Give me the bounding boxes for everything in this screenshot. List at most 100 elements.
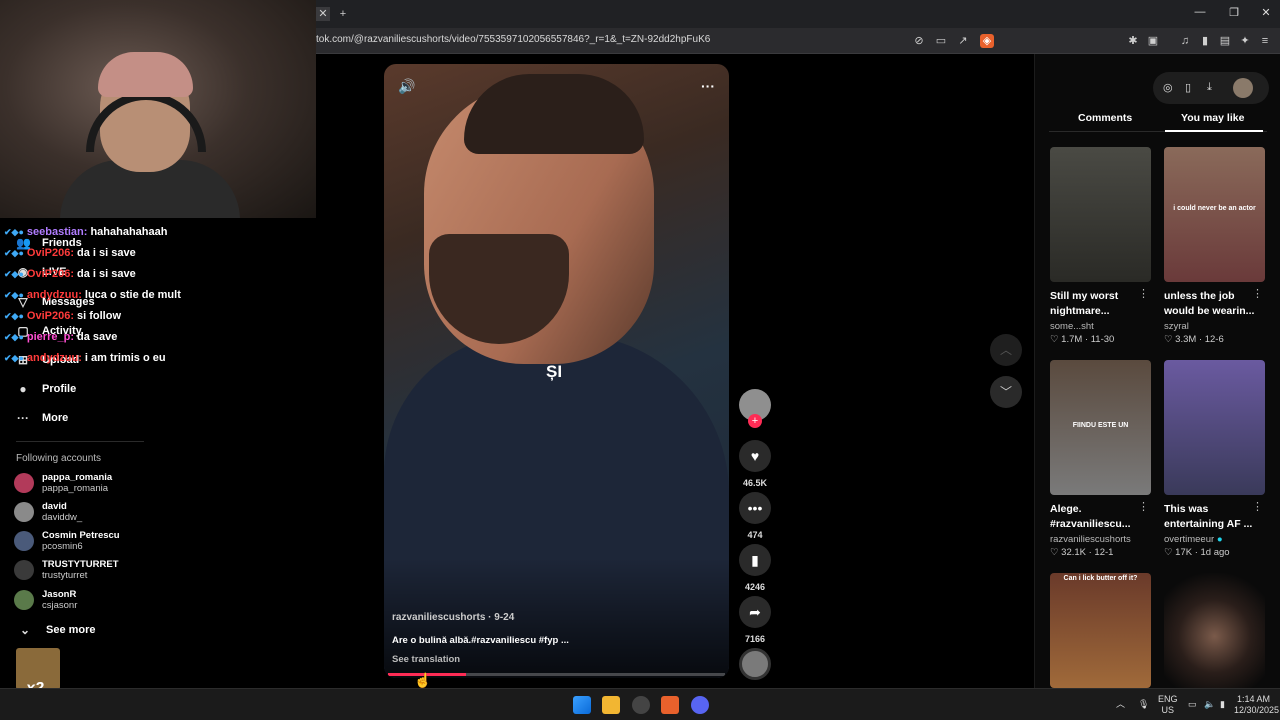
see-more-button[interactable]: ⌄ See more: [18, 623, 96, 637]
card-meta: ♡ 1.7M · 11-30: [1050, 334, 1115, 345]
phone-icon[interactable]: ▯: [1185, 81, 1191, 94]
chat-user: andydzuu:: [26, 352, 82, 364]
video-progress-bar[interactable]: [388, 673, 725, 676]
compass-icon[interactable]: ◎: [1163, 81, 1173, 94]
chat-message: ✔◆● pierre_p: da save: [4, 331, 117, 343]
chat-user: OviP206:: [26, 310, 74, 322]
discord-icon[interactable]: [691, 696, 709, 714]
sound-avatar-button[interactable]: [739, 648, 771, 680]
brave-icon[interactable]: [661, 696, 679, 714]
cast-icon[interactable]: ▭: [934, 34, 948, 48]
chat-user: andydzuu:: [26, 289, 82, 301]
network-icon[interactable]: ▭: [1188, 699, 1197, 710]
video-player[interactable]: 🔊 ··· ȘI razvaniliescushorts · 9-24 Are …: [384, 64, 729, 678]
clock[interactable]: 1:14 AM 12/30/2025: [1234, 694, 1279, 716]
user-avatar[interactable]: [1233, 78, 1253, 98]
music-icon[interactable]: ♫: [1178, 34, 1192, 48]
volume-icon[interactable]: 🔊: [398, 78, 415, 95]
chevron-down-icon: ﹀: [999, 385, 1012, 399]
restore-button[interactable]: ❐: [1226, 6, 1242, 19]
chat-badge-icon: ✔◆●: [4, 269, 24, 279]
like-button[interactable]: ♥ 46.5K: [739, 440, 771, 488]
account-item[interactable]: JasonR csjasonr: [14, 589, 77, 611]
chrome-icon[interactable]: [632, 696, 650, 714]
wallet-card-icon[interactable]: ▤: [1218, 34, 1232, 48]
chat-badge-icon: ✔◆●: [4, 290, 24, 300]
card-more-icon[interactable]: ⋮: [1138, 500, 1149, 513]
more-options-icon[interactable]: ···: [701, 78, 715, 94]
comment-button[interactable]: ••• 474: [739, 492, 771, 540]
video-card[interactable]: This was entertaining AF ... overtimeeur…: [1164, 360, 1265, 558]
card-more-icon[interactable]: ⋮: [1138, 287, 1149, 300]
account-item[interactable]: Cosmin Petrescu pcosmin6: [14, 530, 120, 552]
nav-label: More: [42, 412, 69, 424]
chat-text: hahahahahaah: [90, 226, 168, 238]
verified-badge-icon: ●: [1216, 534, 1223, 545]
video-author[interactable]: razvaniliescushorts · 9-24: [392, 612, 514, 623]
video-thumbnail: FIINDU ESTE UN: [1050, 360, 1151, 495]
ai-icon[interactable]: ✦: [1238, 34, 1252, 48]
microphone-icon[interactable]: 🎙: [1138, 699, 1149, 710]
video-card[interactable]: Can i lick butter off it?: [1050, 573, 1151, 688]
windows-start-icon[interactable]: [573, 696, 591, 714]
comment-count: 474: [747, 530, 763, 540]
chat-badge-icon: ✔◆●: [4, 332, 24, 342]
video-card[interactable]: [1164, 573, 1265, 688]
card-meta: ♡ 32.1K · 12-1: [1050, 547, 1114, 558]
wallet-icon[interactable]: ▣: [1146, 34, 1160, 48]
chat-text: da i si save: [77, 268, 136, 280]
video-card[interactable]: i could never be an actor unless the job…: [1164, 147, 1265, 345]
creator-avatar-button[interactable]: +: [739, 389, 771, 428]
tab-you-may-like[interactable]: You may like: [1181, 112, 1244, 124]
chat-user: OviP206:: [26, 247, 74, 259]
card-meta: ♡ 17K · 1d ago: [1164, 547, 1230, 558]
close-window-button[interactable]: ✕: [1258, 6, 1274, 19]
account-item[interactable]: david daviddw_: [14, 501, 82, 523]
file-explorer-icon[interactable]: [602, 696, 620, 714]
new-tab-button[interactable]: +: [336, 7, 350, 21]
avatar: [14, 560, 34, 580]
download-icon[interactable]: ⤓: [1207, 81, 1212, 94]
account-item[interactable]: TRUSTYTURRET trustyturret: [14, 559, 119, 581]
save-button[interactable]: ▮ 4246: [739, 544, 771, 592]
address-bar[interactable]: tok.com/@razvaniliescushorts/video/75535…: [316, 28, 1280, 54]
previous-video-button[interactable]: ︿: [990, 334, 1022, 366]
next-video-button[interactable]: ﹀: [990, 376, 1022, 408]
minimize-button[interactable]: —: [1192, 6, 1208, 18]
tab-close-icon[interactable]: ✕: [316, 7, 330, 21]
share-arrow-icon: ➦: [739, 596, 771, 628]
brave-shield-icon[interactable]: ◈: [980, 34, 994, 48]
video-card[interactable]: FIINDU ESTE UN Alege. #razvaniliescu... …: [1050, 360, 1151, 558]
card-more-icon[interactable]: ⋮: [1252, 287, 1263, 300]
right-panel: ◎ ▯ ⤓ Comments You may like Still my wor…: [1034, 54, 1280, 688]
url-text[interactable]: tok.com/@razvaniliescushorts/video/75535…: [316, 34, 710, 45]
sound-avatar: [739, 648, 771, 680]
video-thumbnail: i could never be an actor: [1164, 147, 1265, 282]
battery-icon[interactable]: ▮: [1220, 699, 1225, 710]
language-indicator[interactable]: ENG US: [1158, 694, 1178, 716]
sidebar-icon[interactable]: ▮: [1198, 34, 1212, 48]
no-tracking-icon[interactable]: ⊘: [912, 34, 926, 48]
nav-profile[interactable]: ● Profile: [16, 382, 76, 396]
account-handle: csjasonr: [42, 600, 78, 611]
follow-plus-icon[interactable]: +: [748, 414, 762, 428]
menu-icon[interactable]: ≡: [1258, 34, 1272, 48]
tab-comments[interactable]: Comments: [1078, 112, 1132, 124]
chat-user: OviP206:: [26, 268, 74, 280]
speaker-icon[interactable]: 🔈: [1204, 699, 1215, 710]
share-button[interactable]: ➦ 7166: [739, 596, 771, 644]
extensions-icon[interactable]: ✱: [1126, 34, 1140, 48]
card-more-icon[interactable]: ⋮: [1252, 500, 1263, 513]
account-item[interactable]: pappa_romania pappa_romania: [14, 472, 112, 494]
video-card[interactable]: Still my worst nightmare... some...sht ♡…: [1050, 147, 1151, 345]
heart-icon: ♥: [739, 440, 771, 472]
see-translation-link[interactable]: See translation: [392, 654, 460, 665]
webcam-overlay: [0, 0, 316, 218]
tray-chevron-icon[interactable]: ︿: [1116, 699, 1125, 710]
nav-more[interactable]: ··· More: [16, 411, 68, 425]
comment-icon: •••: [739, 492, 771, 524]
account-name: JasonR: [42, 589, 77, 600]
video-description[interactable]: Are o bulină albă.#razvaniliescu #fyp ..…: [392, 635, 569, 646]
share-icon[interactable]: ↗: [956, 34, 970, 48]
thumbnail-text: i could never be an actor: [1173, 205, 1256, 212]
